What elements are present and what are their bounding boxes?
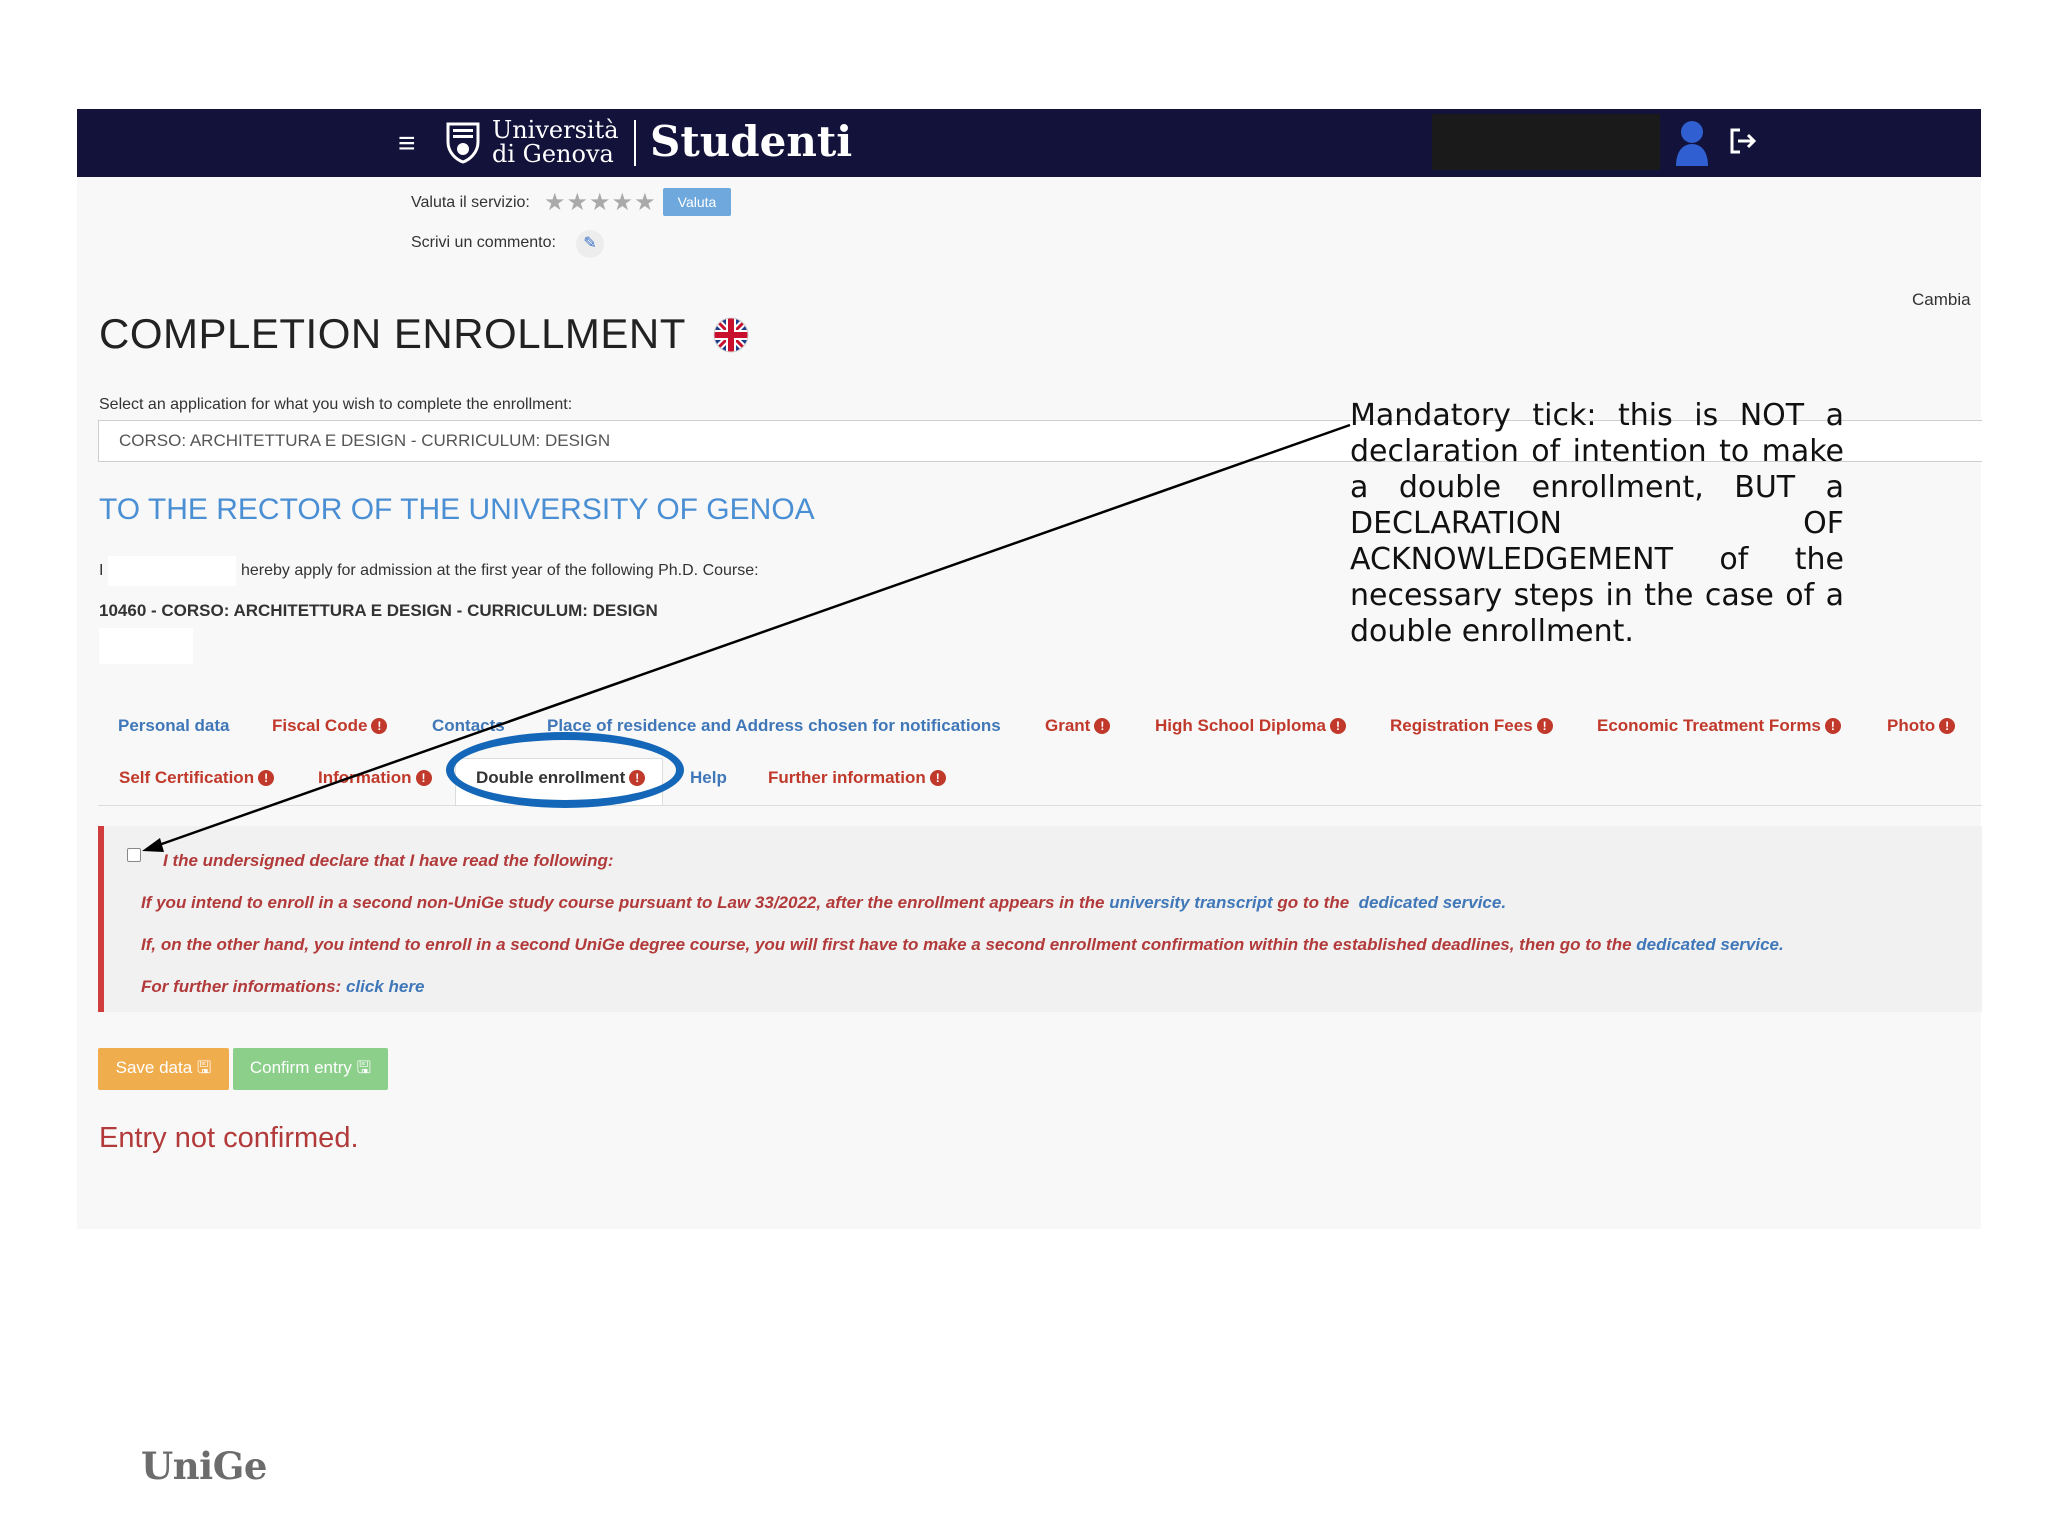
user-name-redacted	[1432, 114, 1660, 170]
entry-status: Entry not confirmed.	[99, 1122, 359, 1154]
page-title: COMPLETION ENROLLMENT	[99, 310, 686, 357]
declaration-checkbox[interactable]	[127, 848, 141, 862]
save-data-button[interactable]: Save data 🖫	[98, 1048, 229, 1090]
applicant-name-redacted	[108, 556, 236, 586]
application-select-label: Select an application for what you wish …	[99, 396, 573, 413]
highlight-ellipse	[446, 732, 684, 808]
tab-further-information[interactable]: Further information!	[768, 768, 946, 788]
exclamation-icon: !	[371, 718, 388, 734]
change-link[interactable]: Cambia	[1912, 290, 1971, 310]
tab-photo[interactable]: Photo!	[1887, 716, 1956, 736]
comment-label: Scrivi un commento:	[411, 234, 556, 251]
rating-stars[interactable]: ★★★★★	[544, 188, 657, 217]
exclamation-icon: !	[1329, 718, 1346, 734]
annotation-note: Mandatory tick: this is NOT a declaratio…	[1350, 398, 1844, 649]
confirm-entry-button[interactable]: Confirm entry 🖫	[233, 1048, 388, 1090]
university-shield-icon	[446, 122, 480, 164]
footer-logo: UniGe	[141, 1444, 267, 1488]
exclamation-icon: !	[1094, 718, 1111, 734]
tab-help[interactable]: Help	[690, 768, 727, 788]
tab-fiscal-code[interactable]: Fiscal Code!	[272, 716, 388, 736]
user-icon[interactable]	[1672, 116, 1712, 168]
uk-flag-icon[interactable]	[713, 317, 749, 353]
rector-heading: TO THE RECTOR OF THE UNIVERSITY OF GENOA	[99, 493, 815, 526]
floppy-disk-icon: 🖫	[196, 1057, 212, 1077]
tab-information[interactable]: Information!	[318, 768, 432, 788]
logo-separator	[634, 120, 636, 166]
floppy-disk-icon: 🖫	[356, 1057, 372, 1077]
click-here-link[interactable]: click here	[346, 977, 424, 996]
tabs-divider	[98, 805, 1982, 806]
alert-line-2: If, on the other hand, you intend to enr…	[141, 935, 1784, 954]
exclamation-icon: !	[415, 770, 432, 786]
exclamation-icon: !	[1536, 718, 1553, 734]
rate-button[interactable]: Valuta	[663, 188, 731, 216]
tab-contacts[interactable]: Contacts	[432, 716, 505, 736]
app-name: Studenti	[650, 117, 853, 166]
course-name: 10460 - CORSO: ARCHITETTURA E DESIGN - C…	[99, 601, 658, 620]
tab-high-school-diploma[interactable]: High School Diploma!	[1155, 716, 1346, 736]
alert-line-1: If you intend to enroll in a second non-…	[141, 893, 1507, 912]
university-transcript-link[interactable]: university transcript	[1109, 893, 1272, 912]
dedicated-service-link-2[interactable]: dedicated service.	[1636, 935, 1783, 954]
exclamation-icon: !	[1824, 718, 1841, 734]
tab-grant[interactable]: Grant!	[1045, 716, 1111, 736]
exclamation-icon: !	[1939, 718, 1956, 734]
university-logo-text: Università di Genova	[492, 116, 619, 168]
tab-residence[interactable]: Place of residence and Address chosen fo…	[547, 716, 1001, 736]
menu-icon[interactable]: ≡	[398, 124, 426, 164]
logout-icon[interactable]	[1728, 126, 1758, 156]
apply-text: hereby apply for admission at the first …	[241, 562, 759, 579]
tab-personal-data[interactable]: Personal data	[118, 716, 230, 736]
declaration-text: I the undersigned declare that I have re…	[163, 851, 614, 870]
exclamation-icon: !	[929, 770, 946, 786]
dedicated-service-link[interactable]: dedicated service.	[1359, 893, 1506, 912]
pencil-icon[interactable]: ✎	[576, 230, 604, 258]
tab-economic-treatment-forms[interactable]: Economic Treatment Forms!	[1597, 716, 1841, 736]
redacted-area	[99, 628, 193, 664]
alert-line-3: For further informations: click here	[141, 977, 425, 996]
exclamation-icon: !	[258, 770, 275, 786]
tab-self-certification[interactable]: Self Certification!	[119, 768, 275, 788]
apply-prefix: I	[99, 562, 104, 579]
rating-label: Valuta il servizio:	[411, 194, 530, 211]
tab-registration-fees[interactable]: Registration Fees!	[1390, 716, 1553, 736]
